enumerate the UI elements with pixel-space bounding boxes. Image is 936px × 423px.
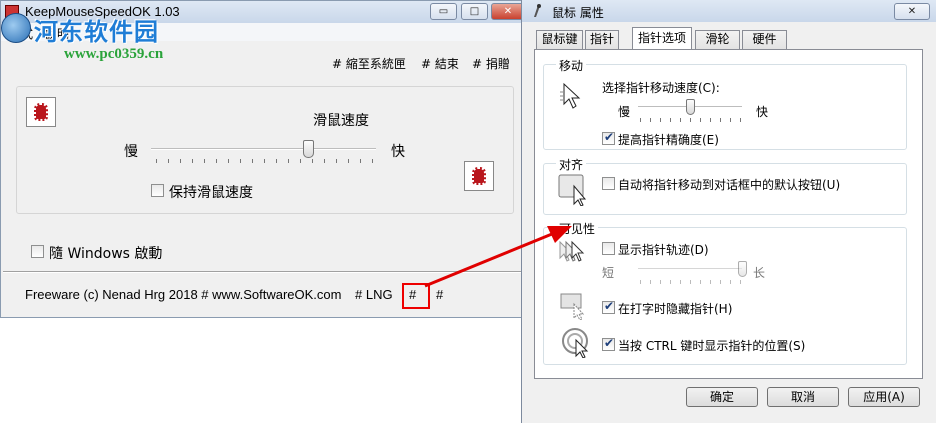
annotation-arrow <box>424 226 572 288</box>
